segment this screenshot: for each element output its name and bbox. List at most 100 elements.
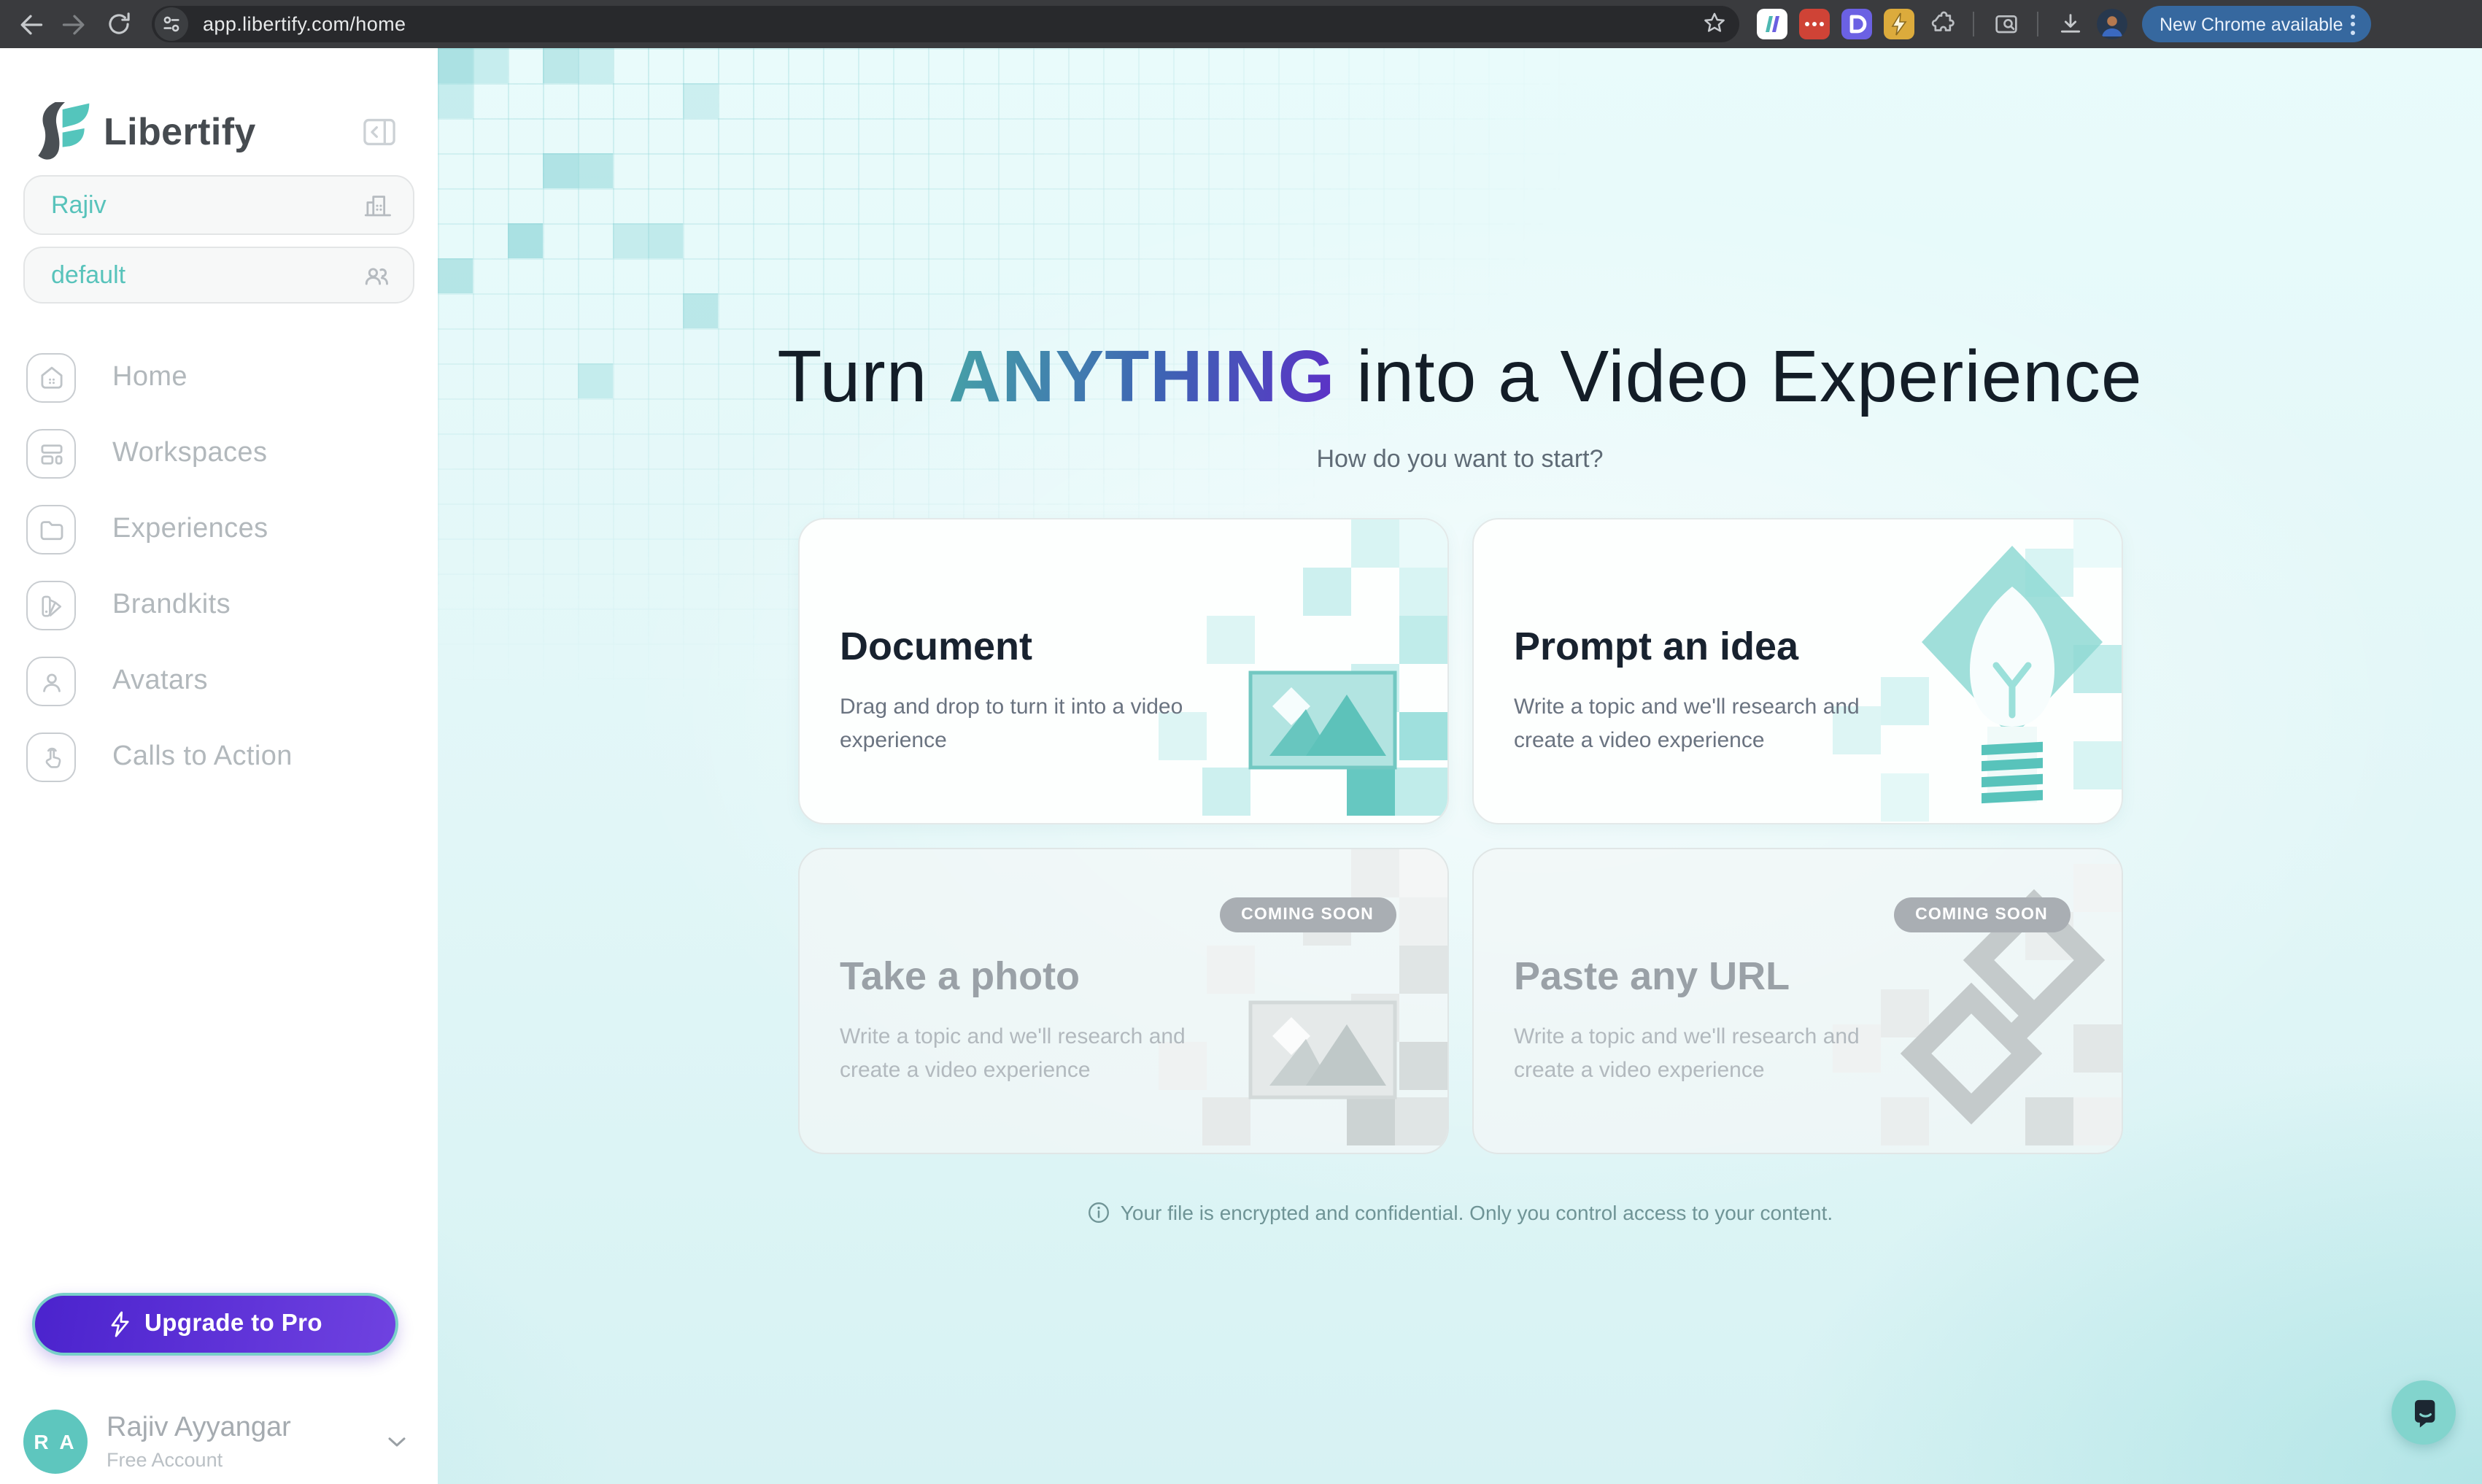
upgrade-to-pro-button[interactable]: Upgrade to Pro (32, 1293, 398, 1356)
card-prompt-an-idea[interactable]: Prompt an idea Write a topic and we'll r… (1472, 518, 2122, 824)
app-window: Libertify Rajiv (0, 48, 2482, 1484)
tab-search-button[interactable] (1990, 9, 2021, 39)
browser-menu-button[interactable] (2343, 8, 2362, 40)
forward-button[interactable] (53, 2, 96, 46)
downloads-icon (2055, 9, 2084, 39)
home-icon (36, 363, 66, 393)
card-take-a-photo: COMING SOON Take a photo Write a topic a… (797, 848, 1448, 1154)
back-button[interactable] (9, 2, 53, 46)
menu-kebab-icon (2351, 14, 2355, 18)
privacy-note-text: Your file is encrypted and confidential.… (1121, 1201, 1833, 1224)
browser-profile-avatar[interactable] (2097, 9, 2127, 39)
card-document[interactable]: Document Drag and drop to turn it into a… (797, 518, 1448, 824)
sidebar-nav: Home Workspaces (26, 340, 423, 795)
coming-soon-badge: COMING SOON (1219, 897, 1396, 932)
card-description: Write a topic and we'll research and cre… (840, 1021, 1207, 1087)
libertify-logo-icon (32, 99, 90, 163)
sidebar-item-label: Brandkits (112, 590, 231, 622)
workspace-name: Rajiv (51, 190, 362, 220)
card-title: Prompt an idea (1514, 625, 1798, 670)
browser-toolbar: app.libertify.com/home (0, 0, 2482, 48)
forward-icon (60, 9, 89, 39)
page-subtitle: How do you want to start? (1316, 445, 1603, 474)
start-options-grid: Document Drag and drop to turn it into a… (797, 518, 2122, 1154)
card-title: Document (840, 625, 1032, 670)
upgrade-label: Upgrade to Pro (144, 1310, 322, 1338)
card-title: Paste any URL (1514, 954, 1790, 1000)
extension-libertify-icon (1757, 9, 1787, 39)
card-paste-any-url: COMING SOON Paste any URL Write a topic … (1472, 848, 2122, 1154)
card-description: Drag and drop to turn it into a video ex… (840, 692, 1207, 757)
collapse-panel-icon (362, 116, 397, 147)
chat-launcher-button[interactable] (2392, 1380, 2456, 1445)
sidebar-item-label: Calls to Action (112, 741, 293, 773)
sidebar-item-avatars[interactable]: Avatars (26, 644, 423, 719)
address-bar[interactable]: app.libertify.com/home (152, 6, 1739, 42)
extension-libertify[interactable] (1757, 9, 1787, 39)
experiences-icon (36, 514, 66, 545)
coming-soon-badge: COMING SOON (1893, 897, 2070, 932)
chrome-update-pill[interactable]: New Chrome available (2142, 6, 2371, 42)
sidebar-item-label: Home (112, 362, 187, 394)
downloads-button[interactable] (2054, 9, 2085, 39)
bookmark-star-icon (1701, 10, 1728, 36)
sidebar-item-label: Avatars (112, 665, 208, 697)
extension-lightning-icon (1884, 9, 1914, 39)
privacy-note: Your file is encrypted and confidential.… (1087, 1201, 1833, 1224)
extensions-puzzle-icon (1927, 9, 1956, 39)
extension-lightning[interactable] (1884, 9, 1914, 39)
user-name: Rajiv Ayyangar (107, 1412, 382, 1445)
main-content: Turn ANYTHING into a Video Experience Ho… (438, 48, 2482, 1484)
extension-purple-d[interactable] (1841, 9, 1872, 39)
avatars-icon (36, 666, 66, 697)
toolbar-divider (1973, 12, 1974, 36)
user-avatar: R A (23, 1410, 88, 1474)
sidebar-item-calls-to-action[interactable]: Calls to Action (26, 719, 423, 795)
card-description: Write a topic and we'll research and cre… (1514, 692, 1882, 757)
reload-button[interactable] (96, 2, 140, 46)
workspaces-icon (36, 438, 66, 469)
user-menu[interactable]: R A Rajiv Ayyangar Free Account (23, 1407, 426, 1477)
extensions-row (1757, 9, 2127, 39)
link-mosaic-art-gray (1829, 849, 2121, 1154)
title-highlight: ANYTHING (948, 336, 1335, 417)
sidebar-item-label: Experiences (112, 514, 268, 546)
sidebar-item-workspaces[interactable]: Workspaces (26, 416, 423, 492)
extensions-menu-button[interactable] (1926, 9, 1957, 39)
lightning-bolt-icon (108, 1310, 133, 1338)
sidebar-collapse-button[interactable] (359, 112, 400, 150)
lightbulb-mosaic-art (1829, 519, 2121, 824)
sidebar-item-brandkits[interactable]: Brandkits (26, 568, 423, 644)
tab-search-icon (1991, 9, 2020, 39)
extension-red-dots-icon (1799, 9, 1830, 39)
extension-red-dots[interactable] (1799, 9, 1830, 39)
info-icon (1087, 1201, 1110, 1224)
toolbar-divider (2037, 12, 2038, 36)
people-icon (360, 259, 393, 291)
chat-bubble-icon (2406, 1395, 2441, 1430)
profile-avatar-image (2097, 9, 2127, 39)
reload-icon (104, 10, 132, 38)
building-icon (362, 190, 393, 220)
workspace-selector[interactable]: Rajiv (23, 175, 414, 235)
team-selector[interactable]: default (23, 247, 414, 304)
brand-name: Libertify (104, 109, 256, 154)
page-title: Turn ANYTHING into a Video Experience (777, 334, 2142, 419)
extension-purple-d-icon (1841, 9, 1872, 39)
browser-window: app.libertify.com/home (0, 0, 2482, 1484)
chevron-down-icon[interactable] (382, 1427, 411, 1456)
user-plan: Free Account (107, 1449, 382, 1471)
back-icon (16, 9, 45, 39)
card-description: Write a topic and we'll research and cre… (1514, 1021, 1882, 1087)
calls-to-action-icon (36, 742, 66, 773)
sidebar-item-experiences[interactable]: Experiences (26, 492, 423, 568)
url-text: app.libertify.com/home (203, 13, 406, 35)
sidebar-item-home[interactable]: Home (26, 340, 423, 416)
image-mosaic-art-gray (1155, 849, 1447, 1154)
bookmark-button[interactable] (1701, 10, 1728, 44)
image-mosaic-art (1155, 519, 1447, 824)
brand: Libertify (32, 101, 420, 162)
site-settings-button[interactable] (155, 7, 188, 41)
chrome-update-label: New Chrome available (2160, 14, 2343, 34)
site-settings-icon (162, 15, 181, 34)
